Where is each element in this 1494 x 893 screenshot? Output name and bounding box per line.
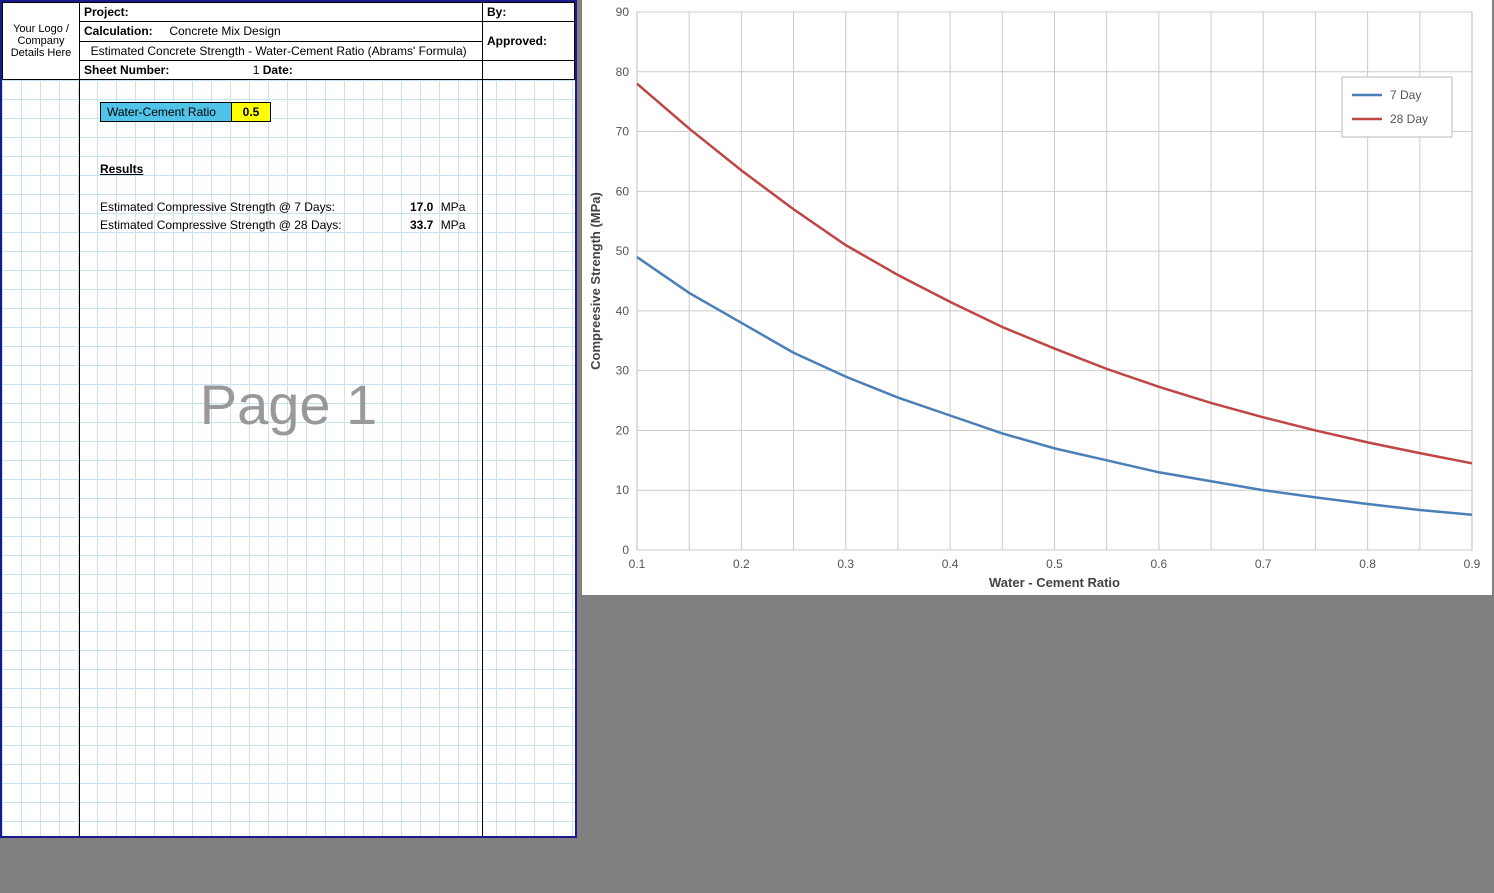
sheet-number-label: Sheet Number: (84, 63, 169, 77)
project-label: Project: (84, 5, 129, 19)
by-label: By: (487, 5, 506, 19)
svg-text:60: 60 (616, 184, 630, 198)
strength-chart: 0 10 20 30 40 50 60 70 80 90 0.1 0.2 0.3 0.4 0.5 0.6 0.7… (582, 0, 1492, 595)
results-heading: Results (100, 162, 143, 176)
svg-text:0: 0 (622, 543, 629, 557)
svg-text:0.1: 0.1 (629, 557, 646, 571)
result-28-day-unit: MPa (441, 218, 466, 232)
svg-text:0.8: 0.8 (1359, 557, 1376, 571)
svg-text:Compreesive Strength (MPa): Compreesive Strength (MPa) (588, 192, 603, 370)
svg-text:20: 20 (616, 423, 630, 437)
svg-text:30: 30 (616, 364, 630, 378)
approved-label: Approved: (487, 34, 547, 48)
svg-text:7 Day: 7 Day (1390, 88, 1421, 102)
result-row-28-day: Estimated Compressive Strength @ 28 Days… (100, 218, 500, 232)
left-margin-line (79, 2, 80, 836)
svg-text:0.4: 0.4 (942, 557, 959, 571)
sheet-number-value: 1 (253, 63, 260, 77)
chart-panel: 0 10 20 30 40 50 60 70 80 90 0.1 0.2 0.3 0.4 0.5 0.6 0.7… (582, 0, 1492, 595)
result-28-day-value: 33.7 (393, 218, 433, 232)
svg-text:40: 40 (616, 304, 630, 318)
sheet-header-table: Your Logo / Company Details Here Project… (2, 2, 575, 80)
svg-text:90: 90 (616, 5, 630, 19)
result-row-7-day: Estimated Compressive Strength @ 7 Days:… (100, 200, 500, 214)
svg-text:28 Day: 28 Day (1390, 112, 1428, 126)
calculation-value: Concrete Mix Design (169, 24, 280, 38)
svg-text:10: 10 (616, 483, 630, 497)
svg-text:Water - Cement Ratio: Water - Cement Ratio (989, 575, 1120, 590)
water-cement-ratio-label: Water-Cement Ratio (100, 102, 232, 122)
svg-text:0.3: 0.3 (837, 557, 854, 571)
svg-text:0.2: 0.2 (733, 557, 750, 571)
subtitle-value: Estimated Concrete Strength - Water-Ceme… (91, 44, 467, 58)
engineering-grid-background (2, 80, 575, 836)
result-28-day-label: Estimated Compressive Strength @ 28 Days… (100, 218, 390, 232)
right-margin-line (482, 2, 483, 836)
result-7-day-label: Estimated Compressive Strength @ 7 Days: (100, 200, 390, 214)
calculation-label: Calculation: (84, 24, 153, 38)
calculation-sheet-panel: Your Logo / Company Details Here Project… (0, 0, 577, 838)
svg-text:0.9: 0.9 (1464, 557, 1481, 571)
result-7-day-value: 17.0 (393, 200, 433, 214)
sheet-header-block: Your Logo / Company Details Here Project… (2, 2, 575, 80)
svg-text:0.6: 0.6 (1151, 557, 1168, 571)
svg-text:80: 80 (616, 65, 630, 79)
result-7-day-unit: MPa (441, 200, 466, 214)
svg-text:50: 50 (616, 244, 630, 258)
water-cement-ratio-input[interactable]: 0.5 (231, 102, 271, 122)
page-watermark: Page 1 (200, 372, 378, 437)
svg-text:0.5: 0.5 (1046, 557, 1063, 571)
svg-text:0.7: 0.7 (1255, 557, 1272, 571)
svg-text:70: 70 (616, 125, 630, 139)
date-label: Date: (263, 63, 293, 77)
logo-placeholder-cell: Your Logo / Company Details Here (3, 3, 80, 80)
